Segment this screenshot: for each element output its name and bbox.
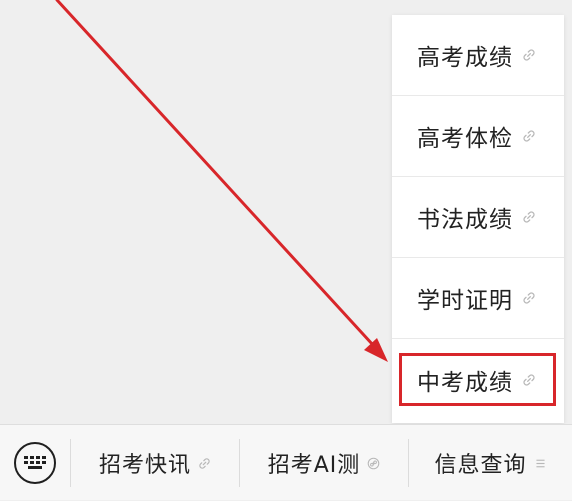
link-icon (523, 211, 535, 223)
menu-lines-icon (535, 459, 545, 467)
tab-admissions-news[interactable]: 招考快讯 (71, 425, 239, 501)
link-icon (523, 49, 535, 61)
link-icon (523, 130, 535, 142)
menu-item-calligraphy-scores[interactable]: 书法成绩 (392, 177, 564, 258)
menu-item-label: 学时证明 (417, 288, 513, 314)
menu-item-label: 高考体检 (417, 126, 513, 152)
menu-item-gaokao-scores[interactable]: 高考成绩 (392, 15, 564, 96)
tab-label: 招考快讯 (98, 453, 191, 478)
mini-program-icon (367, 457, 380, 469)
link-icon (523, 292, 535, 304)
keyboard-icon (24, 456, 46, 469)
menu-item-gaokao-physical[interactable]: 高考体检 (392, 96, 564, 177)
link-icon (199, 457, 210, 469)
tab-label: 信息查询 (434, 453, 527, 478)
menu-item-label: 高考成绩 (417, 45, 513, 71)
tab-admissions-ai-test[interactable]: 招考AI测 (240, 425, 408, 501)
menu-item-label: 书法成绩 (417, 207, 513, 233)
tab-information-query[interactable]: 信息查询 (409, 425, 572, 501)
bottom-menu-bar: 招考快讯 招考AI测 信息查询 (0, 424, 572, 500)
highlight-box (399, 353, 556, 406)
tab-label: 招考AI测 (267, 453, 361, 478)
menu-item-study-hours-certificate[interactable]: 学时证明 (392, 258, 564, 339)
keyboard-button[interactable] (14, 442, 56, 484)
